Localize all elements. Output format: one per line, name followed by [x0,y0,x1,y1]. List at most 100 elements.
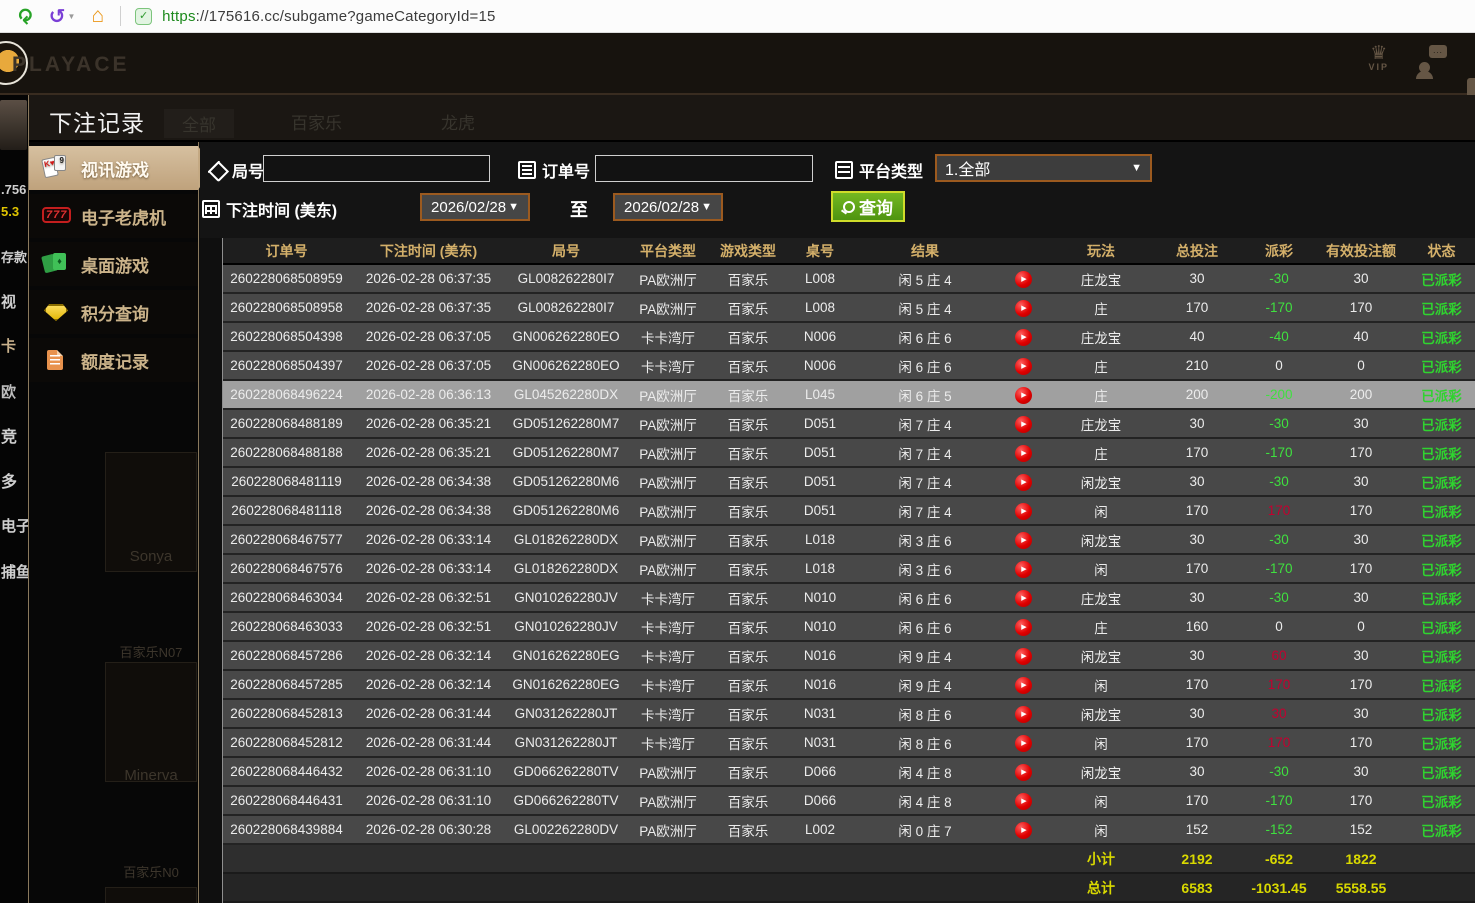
play-video-icon[interactable]: ▶ [1014,676,1032,694]
play-video-icon[interactable]: ▶ [1014,705,1032,723]
play-video-icon[interactable]: ▶ [1014,444,1032,462]
total-bet-cell: 170 [1185,300,1209,315]
table-row[interactable]: 260228068488189 2026-02-28 06:35:21 GD05… [223,410,1475,439]
sidebar-item-quota-records[interactable]: 额度记录 [29,338,198,382]
platform-cell: PA欧洲厅 [639,504,697,520]
table-row[interactable]: 260228068481118 2026-02-28 06:34:38 GD05… [223,497,1475,526]
play-video-icon[interactable]: ▶ [1014,589,1032,607]
total-bet-cell: 200 [1185,387,1209,402]
sidebar-item-slots[interactable]: 777 电子老虎机 [29,194,198,238]
total-bet-cell: 30 [1189,764,1205,779]
play-video-icon[interactable]: ▶ [1014,415,1032,433]
valid-bet-cell: 30 [1353,648,1369,663]
result-cell: 闲 6 庄 6 [898,620,952,636]
vip-button[interactable]: ♛ VIP [1368,43,1389,72]
table-row[interactable]: 260228068463034 2026-02-28 06:32:51 GN01… [223,584,1475,613]
status-cell: 已派彩 [1421,649,1462,665]
slot-777-icon: 777 [41,203,73,229]
order-id-input[interactable] [595,155,813,182]
status-cell: 已派彩 [1421,736,1462,752]
platform-type-select[interactable]: 1.全部 ▼ [935,154,1152,182]
table-row[interactable]: 260228068508958 2026-02-28 06:37:35 GL00… [223,294,1475,323]
table-row[interactable]: 260228068508959 2026-02-28 06:37:35 GL00… [223,265,1475,294]
table-row[interactable]: 260228068467577 2026-02-28 06:33:14 GL01… [223,526,1475,555]
home-icon[interactable]: ⌂ [91,4,104,28]
site-logo-text: PLAYACE [12,53,130,76]
play-video-icon[interactable]: ▶ [1014,299,1032,317]
game-type-cell: 百家乐 [727,417,769,433]
status-cell: 已派彩 [1421,707,1462,723]
crown-icon: ♛ [1370,43,1388,64]
total-bet-cell: 170 [1185,561,1209,576]
game-type-cell: 百家乐 [727,707,769,723]
play-video-icon[interactable]: ▶ [1014,792,1032,810]
sidebar: K♥ 9 视讯游戏 777 电子老虎机 ♦ 桌面游戏 积分查询 额度记录 Son… [29,142,213,903]
table-row[interactable]: 260228068439884 2026-02-28 06:30:28 GL00… [223,816,1475,845]
column-header: 结果 [911,242,939,259]
play-video-icon[interactable]: ▶ [1014,618,1032,636]
play-video-icon[interactable]: ▶ [1014,734,1032,752]
play-video-icon[interactable]: ▶ [1014,270,1032,288]
table-row[interactable]: 260228068463033 2026-02-28 06:32:51 GN01… [223,613,1475,642]
table-row[interactable]: 260228068504398 2026-02-28 06:37:05 GN00… [223,323,1475,352]
table-row[interactable]: 260228068452812 2026-02-28 06:31:44 GN03… [223,729,1475,758]
status-cell: 已派彩 [1421,823,1462,839]
table-row[interactable]: 260228068457286 2026-02-28 06:32:14 GN01… [223,642,1475,671]
search-button[interactable]: 查询 [831,191,905,222]
table-row[interactable]: 260228068457285 2026-02-28 06:32:14 GN01… [223,671,1475,700]
play-video-icon[interactable]: ▶ [1014,531,1032,549]
platform-cell: 卡卡湾厅 [641,736,695,752]
sidebar-item-table-games[interactable]: ♦ 桌面游戏 [29,242,198,286]
total-bet-cell: 170 [1185,445,1209,460]
table-row[interactable]: 260228068481119 2026-02-28 06:34:38 GD05… [223,468,1475,497]
play-video-icon[interactable]: ▶ [1014,386,1032,404]
payout-cell: 30 [1271,706,1287,721]
platform-cell: 卡卡湾厅 [641,330,695,346]
payout-cell: -30 [1269,271,1289,286]
play-video-icon[interactable]: ▶ [1014,821,1032,839]
footer-payout: -1031.45 [1251,879,1307,896]
table-row[interactable]: 260228068467576 2026-02-28 06:33:14 GL01… [223,555,1475,584]
date-from-select[interactable]: 2026/02/28 ▼ [420,193,530,221]
customer-service-button[interactable]: ... [1416,45,1447,79]
lobby-text-fragment: .756 [1,182,27,197]
table-row[interactable]: 260228068446432 2026-02-28 06:31:10 GD06… [223,758,1475,787]
sidebar-item-points-query[interactable]: 积分查询 [29,290,198,334]
address-bar[interactable]: https://175616.cc/subgame?gameCategoryId… [162,8,495,25]
refresh-icon[interactable]: ⟳ [12,8,37,25]
play-type-cell: 闲龙宝 [1080,765,1122,781]
table-row[interactable]: 260228068504397 2026-02-28 06:37:05 GN00… [223,352,1475,381]
order-id-cell: 260228068439884 [230,822,343,837]
table-row[interactable]: 260228068496224 2026-02-28 06:36:13 GL04… [223,381,1475,410]
valid-bet-cell: 170 [1349,445,1373,460]
play-video-icon[interactable]: ▶ [1014,473,1032,491]
round-id-cell: GN010262280JV [514,590,618,605]
platform-cell: PA欧洲厅 [639,794,697,810]
play-video-icon[interactable]: ▶ [1014,560,1032,578]
back-icon[interactable]: ↺ [49,4,66,29]
play-video-icon[interactable]: ▶ [1014,763,1032,781]
column-header: 游戏类型 [720,242,776,259]
date-to-select[interactable]: 2026/02/28 ▼ [613,193,723,221]
play-video-icon[interactable]: ▶ [1014,647,1032,665]
lobby-text-fragment: 视 [1,294,17,311]
back-history-caret-icon[interactable]: ▼ [68,12,76,21]
result-cell: 闲 6 庄 5 [898,388,952,404]
secure-shield-icon[interactable]: ✓ [135,7,153,25]
total-bet-cell: 30 [1189,416,1205,431]
play-video-icon[interactable]: ▶ [1014,357,1032,375]
table-row[interactable]: 260228068452813 2026-02-28 06:31:44 GN03… [223,700,1475,729]
table-row[interactable]: 260228068488188 2026-02-28 06:35:21 GD05… [223,439,1475,468]
play-video-icon[interactable]: ▶ [1014,502,1032,520]
table-row[interactable]: 260228068446431 2026-02-28 06:31:10 GD06… [223,787,1475,816]
play-video-icon[interactable]: ▶ [1014,328,1032,346]
result-cell: 闲 7 庄 4 [898,504,952,520]
round-id-input[interactable] [263,155,490,182]
table-number-cell: N031 [803,706,837,721]
bet-time-cell: 2026-02-28 06:31:10 [365,764,492,779]
order-id-cell: 260228068457286 [230,648,343,663]
round-id-cell: GL008262280I7 [517,300,615,315]
payout-cell: 170 [1267,503,1291,518]
footer-valid-bet: 5558.55 [1335,879,1387,896]
sidebar-item-video-games[interactable]: K♥ 9 视讯游戏 [29,146,213,190]
